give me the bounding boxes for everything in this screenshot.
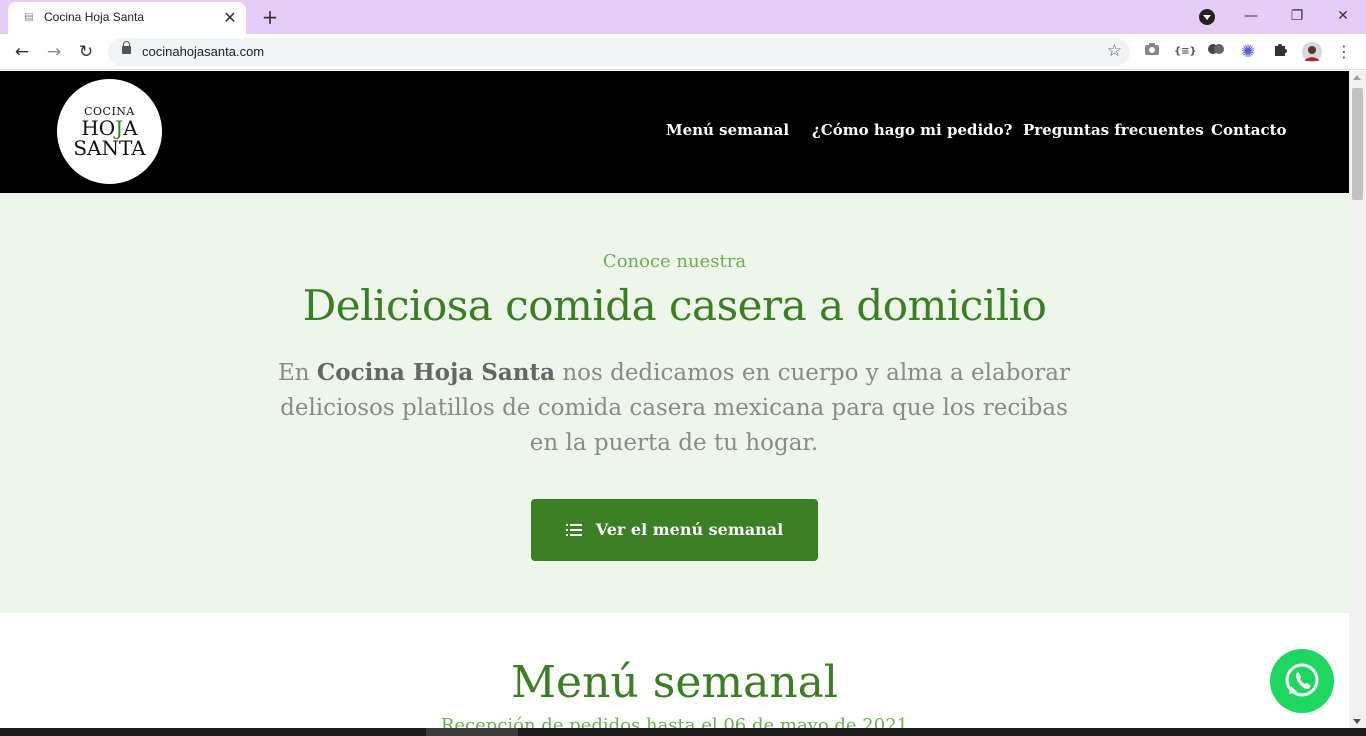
- chrome-menu-icon[interactable]: ⋮: [1334, 42, 1354, 62]
- browser-toolbar: ← → ↻ cocinahojasanta.com ☆ {≡} ✺ ⋮: [0, 34, 1366, 70]
- scroll-down-arrow[interactable]: [1353, 719, 1361, 724]
- menu-section-subtitle: Recepción de pedidos hasta el 06 de mayo…: [440, 715, 909, 728]
- hero-section: Conoce nuestra Deliciosa comida casera a…: [0, 193, 1349, 613]
- site-header: COCINA HOJA SANTA Menú semanal ¿Cómo hag…: [0, 71, 1349, 193]
- os-taskbar: [0, 728, 1366, 736]
- star-burst-icon[interactable]: ✺: [1238, 42, 1258, 62]
- list-icon: [565, 524, 582, 536]
- ver-menu-label: Ver el menú semanal: [595, 520, 784, 539]
- site-logo[interactable]: COCINA HOJA SANTA: [57, 79, 162, 184]
- nav-menu-semanal[interactable]: Menú semanal: [666, 121, 789, 139]
- close-window-button[interactable]: ✕: [1329, 4, 1357, 28]
- nav-preguntas-frecuentes[interactable]: Preguntas frecuentes: [1023, 121, 1204, 139]
- whatsapp-icon: [1285, 663, 1319, 697]
- page-viewport: COCINA HOJA SANTA Menú semanal ¿Cómo hag…: [0, 71, 1349, 728]
- minimize-button[interactable]: —: [1237, 4, 1265, 28]
- scroll-thumb[interactable]: [1352, 88, 1363, 200]
- reload-button[interactable]: ↻: [74, 40, 98, 64]
- logo-line-2: HOJA: [57, 118, 162, 138]
- menu-section-title: Menú semanal: [511, 657, 838, 708]
- lock-icon[interactable]: [122, 41, 131, 54]
- hero-headline: Deliciosa comida casera a domicilio: [302, 281, 1047, 330]
- address-bar[interactable]: cocinahojasanta.com ☆: [108, 38, 1130, 66]
- avatar[interactable]: [1302, 42, 1322, 62]
- hero-lead: En Cocina Hoja Santa nos dedicamos en cu…: [274, 355, 1074, 461]
- restore-button[interactable]: ❐: [1283, 4, 1311, 28]
- json-viewer-icon[interactable]: {≡}: [1174, 42, 1197, 62]
- bookmark-star-icon[interactable]: ☆: [1107, 41, 1122, 61]
- ver-menu-button[interactable]: Ver el menú semanal: [531, 499, 818, 561]
- tab-title: Cocina Hoja Santa: [44, 10, 145, 24]
- url-text[interactable]: cocinahojasanta.com: [142, 44, 264, 59]
- browser-tab[interactable]: ▤ Cocina Hoja Santa ✕: [8, 2, 246, 34]
- taskbar-active-item[interactable]: [426, 728, 518, 736]
- favicon-icon: ▤: [24, 12, 34, 23]
- forward-button[interactable]: →: [42, 40, 66, 64]
- hero-lead-brand: Cocina Hoja Santa: [316, 359, 556, 386]
- toggle-icon[interactable]: [1206, 42, 1226, 62]
- back-button[interactable]: ←: [10, 40, 34, 64]
- tab-strip: ▤ Cocina Hoja Santa ✕ + — ❐ ✕: [0, 0, 1366, 34]
- page-scrollbar[interactable]: [1349, 71, 1366, 728]
- camera-icon[interactable]: [1142, 42, 1162, 62]
- scroll-up-arrow[interactable]: [1353, 75, 1361, 80]
- tab-search-icon[interactable]: [1199, 9, 1215, 25]
- new-tab-button[interactable]: +: [258, 5, 282, 29]
- logo-line-3: SANTA: [73, 136, 146, 160]
- hero-eyebrow: Conoce nuestra: [602, 251, 747, 272]
- tab-close-icon[interactable]: ✕: [220, 8, 240, 28]
- nav-contacto[interactable]: Contacto: [1211, 121, 1287, 139]
- whatsapp-button[interactable]: [1270, 649, 1334, 713]
- hero-lead-pre: En: [278, 360, 317, 386]
- puzzle-icon[interactable]: [1270, 42, 1290, 62]
- nav-como-hago-pedido[interactable]: ¿Cómo hago mi pedido?: [812, 121, 1012, 139]
